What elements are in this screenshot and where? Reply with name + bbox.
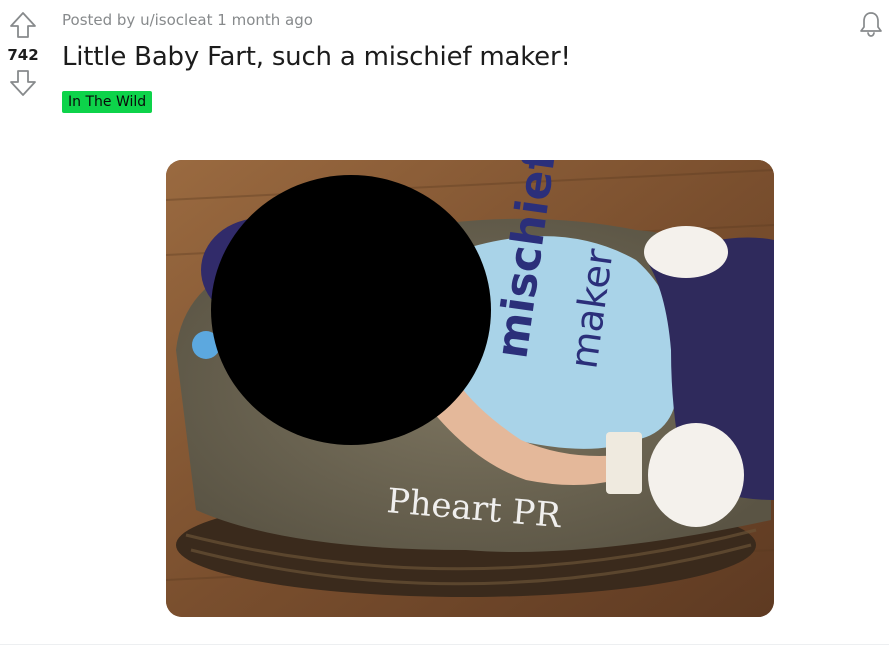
upvote-button[interactable] bbox=[8, 10, 38, 40]
vote-score: 742 bbox=[7, 46, 39, 64]
post-card: 742 Posted by u/isocleat 1 month ago Lit… bbox=[0, 0, 889, 652]
downvote-button[interactable] bbox=[8, 68, 38, 98]
baby-photo-illustration: mischief maker Pheart PR bbox=[166, 160, 774, 617]
bell-icon bbox=[860, 12, 882, 37]
post-title[interactable]: Little Baby Fart, such a mischief maker! bbox=[62, 42, 571, 72]
post-image[interactable]: mischief maker Pheart PR bbox=[166, 160, 774, 617]
post-meta[interactable]: Posted by u/isocleat 1 month ago bbox=[62, 11, 313, 29]
upvote-arrow-icon bbox=[10, 12, 36, 38]
post-flair[interactable]: In The Wild bbox=[62, 91, 153, 113]
divider bbox=[0, 644, 889, 645]
downvote-arrow-icon bbox=[10, 70, 36, 96]
notification-bell-button[interactable] bbox=[857, 10, 885, 38]
vote-column: 742 bbox=[0, 0, 46, 98]
